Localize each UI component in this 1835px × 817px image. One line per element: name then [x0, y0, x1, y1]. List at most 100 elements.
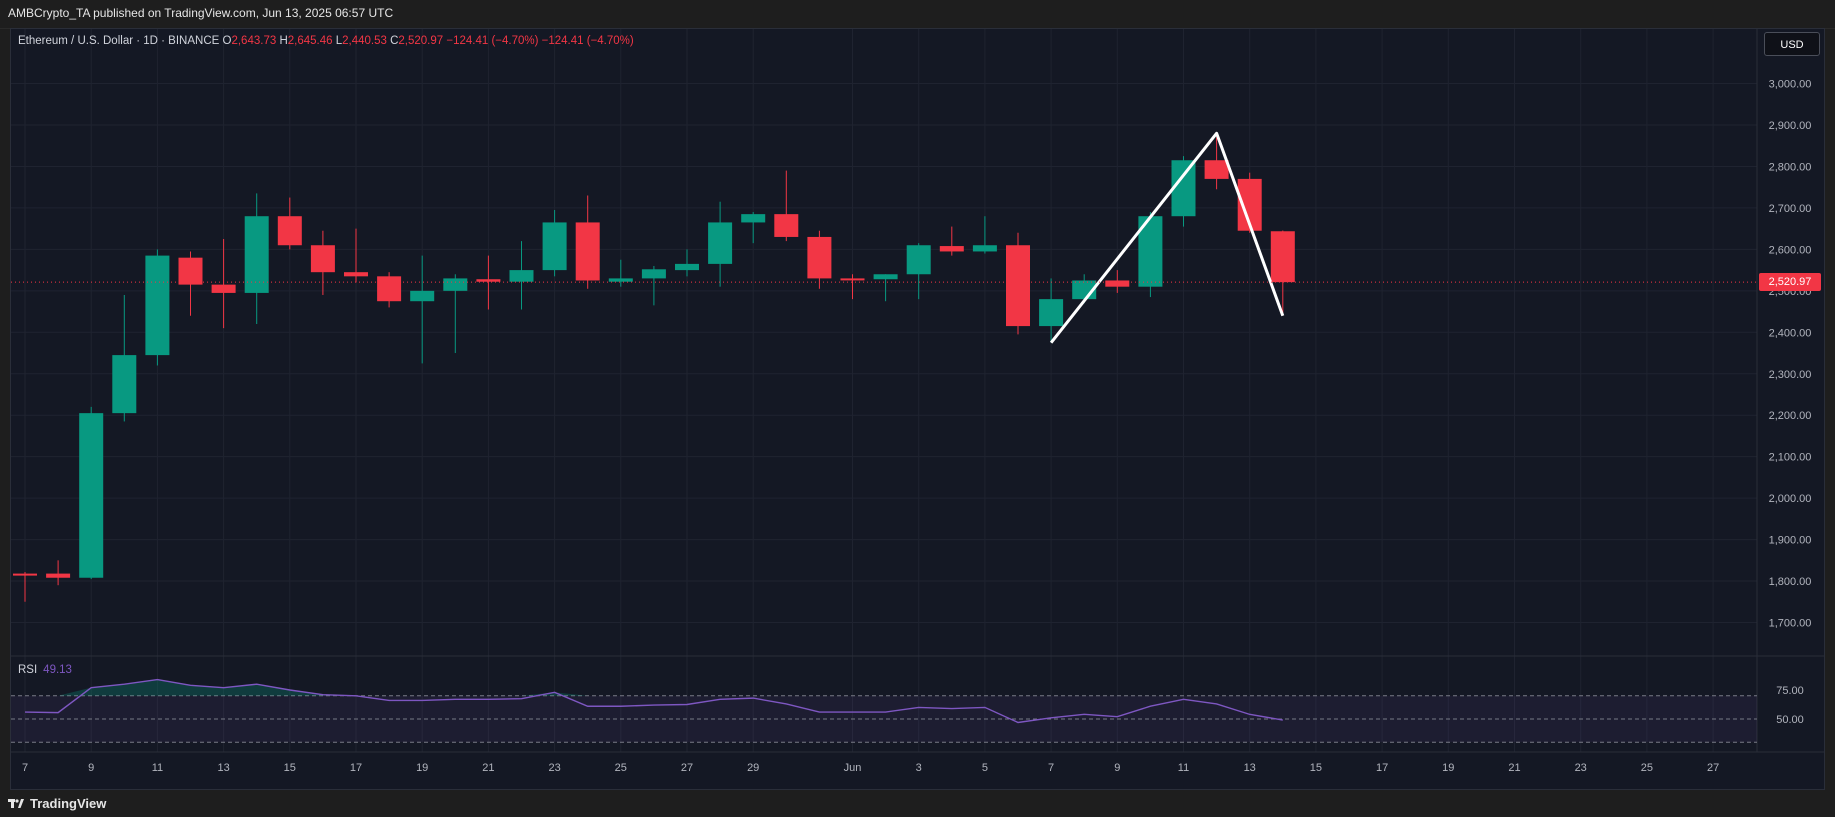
candle-body	[178, 257, 203, 285]
change-value: −124.41 (−4.70%)	[446, 35, 539, 47]
candle-body	[939, 246, 964, 252]
rsi-value: 49.13	[43, 664, 72, 676]
date-tick-label: 13	[217, 762, 229, 774]
footer-bar: TradingView	[0, 790, 1835, 817]
candle	[1105, 270, 1130, 293]
symbol-name: Ethereum / U.S. Dollar · 1D · BINANCE	[18, 35, 220, 47]
date-tick-label: 21	[1508, 762, 1520, 774]
date-tick-label: 13	[1244, 762, 1256, 774]
price-tick-label: 2,800.00	[1769, 161, 1812, 173]
candles	[13, 137, 1295, 602]
candle-body	[608, 278, 633, 282]
date-tick-label: 29	[747, 762, 759, 774]
candle	[145, 249, 170, 366]
candle-body	[1204, 160, 1229, 179]
date-tick-label: 25	[615, 762, 627, 774]
drawn-trendline[interactable]	[11, 131, 1757, 344]
candle-body	[542, 222, 567, 271]
candle	[277, 197, 302, 250]
price-tick-label: 2,200.00	[1769, 410, 1812, 422]
date-tick-label: Jun	[844, 762, 862, 774]
candle	[972, 216, 997, 254]
date-tick-label: 23	[1575, 762, 1587, 774]
date-tick-label: 19	[416, 762, 428, 774]
candle	[840, 274, 865, 300]
candle	[774, 170, 799, 242]
date-tick-label: 17	[1376, 762, 1388, 774]
candle	[575, 195, 600, 289]
candle-body	[211, 284, 236, 293]
candle	[608, 259, 633, 287]
rsi-tick-label: 50.00	[1776, 714, 1804, 726]
candle	[1138, 212, 1163, 298]
candle-body	[774, 214, 799, 237]
candle-body	[675, 263, 699, 271]
price-tick-label: 2,300.00	[1769, 369, 1812, 381]
tradingview-icon	[8, 799, 24, 808]
price-tick-label: 2,600.00	[1769, 244, 1812, 256]
candle	[244, 193, 269, 325]
candle-body	[873, 274, 898, 280]
candle-body	[79, 413, 104, 578]
candle	[79, 406, 104, 579]
candle-body	[1270, 231, 1295, 283]
candle	[178, 251, 203, 316]
tradingview-logo[interactable]: TradingView	[8, 796, 106, 811]
candle	[675, 249, 699, 277]
candle	[708, 201, 733, 287]
date-tick-label: 23	[548, 762, 560, 774]
candle-body	[443, 278, 468, 291]
candle-body	[807, 236, 832, 279]
open-value: 2,643.73	[231, 35, 277, 47]
price-tick-label: 2,400.00	[1769, 327, 1812, 339]
last-price-tag: 2,520.97	[1759, 273, 1821, 292]
candle	[1006, 232, 1030, 335]
candle-body	[244, 216, 269, 293]
symbol-legend: Ethereum / U.S. Dollar · 1D · BINANCE O2…	[18, 35, 634, 47]
candle-body	[344, 272, 368, 277]
currency-button[interactable]: USD	[1764, 32, 1820, 56]
tradingview-brand: TradingView	[30, 796, 107, 811]
candle-body	[410, 290, 435, 302]
price-tick-label: 3,000.00	[1769, 79, 1812, 91]
candle	[13, 571, 37, 602]
price-tick-label: 2,000.00	[1769, 493, 1812, 505]
rsi-label-text: RSI	[18, 664, 38, 676]
grid	[11, 29, 1825, 753]
candle-body	[1105, 280, 1130, 287]
low-value: 2,440.53	[342, 35, 387, 47]
candle	[807, 230, 832, 289]
price-tick-label: 1,800.00	[1769, 576, 1812, 588]
date-tick-label: 21	[482, 762, 494, 774]
candle	[112, 294, 137, 422]
date-tick-label: 11	[152, 762, 163, 774]
price-tick-label: 1,900.00	[1769, 535, 1812, 547]
candle	[741, 212, 766, 244]
price-chart[interactable]: 1,700.00 1,800.00 1,900.00 2,000.00 2,100.00…	[0, 0, 1835, 790]
date-tick-label: 9	[88, 762, 94, 774]
high-value: 2,645.46	[287, 35, 333, 47]
candle-body	[741, 214, 766, 223]
date-tick-label: 5	[982, 762, 988, 774]
date-tick-label: 15	[284, 762, 296, 774]
candle-body	[46, 573, 71, 578]
candle-body	[112, 355, 137, 414]
date-tick-label: 25	[1641, 762, 1653, 774]
candle-body	[476, 279, 501, 282]
candle-body	[509, 270, 534, 282]
date-tick-label: 17	[350, 762, 362, 774]
candle-body	[575, 222, 600, 281]
time-axis[interactable]: 7 9 11 13 15 17 19 21 23 25 27 29 Jun 3 5 7 9 11 13 15 17 19 2…	[22, 762, 1719, 774]
candle	[509, 241, 534, 310]
rsi-legend: RSI 49.13	[18, 664, 72, 676]
candle	[873, 274, 898, 302]
candle	[1270, 230, 1295, 316]
candle	[641, 265, 666, 306]
date-tick-label: 27	[681, 762, 693, 774]
candle	[443, 274, 468, 354]
price-tick-label: 2,700.00	[1769, 203, 1812, 215]
zigzag-line	[1049, 131, 1285, 344]
price-axis[interactable]: 1,700.00 1,800.00 1,900.00 2,000.00 2,100.00…	[1769, 79, 1812, 726]
candle-body	[277, 216, 302, 246]
candle-body	[840, 278, 865, 281]
